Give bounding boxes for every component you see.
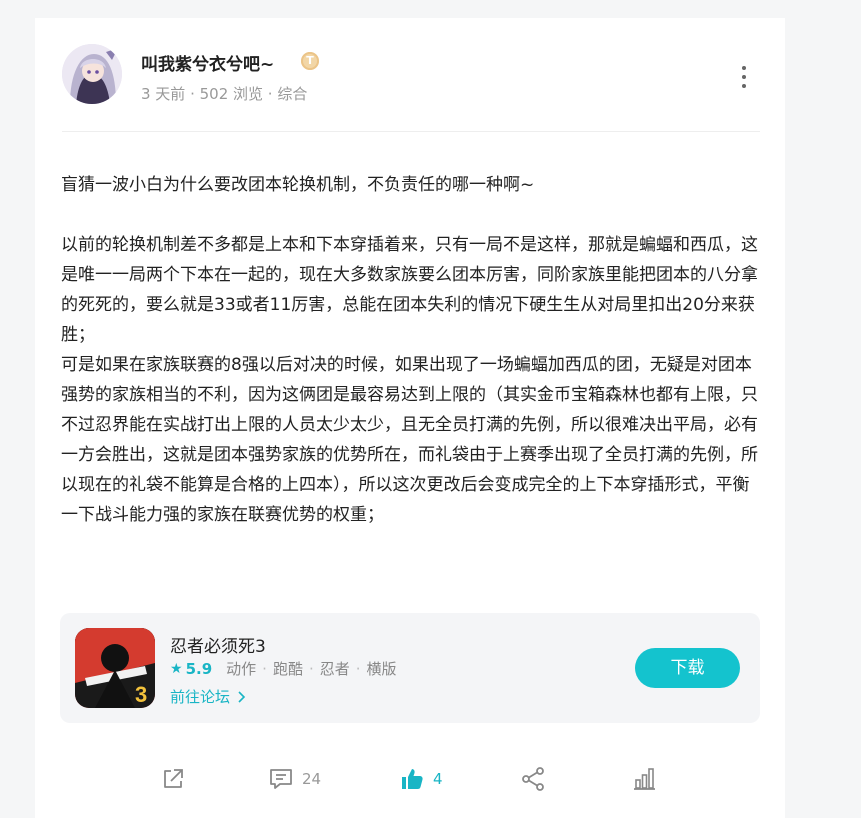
- dot-icon: [742, 66, 746, 70]
- game-rating-row: ★ 5.9 动作 · 跑酷 · 忍者 · 横版: [170, 658, 397, 679]
- share-external-button[interactable]: [160, 762, 186, 796]
- forum-link[interactable]: 前往论坛: [170, 686, 247, 707]
- author-name[interactable]: 叫我紫兮衣兮吧~: [141, 50, 274, 75]
- ninja-game-icon: 3: [75, 628, 155, 708]
- post-paragraph: 盲猜一波小白为什么要改团本轮换机制，不负责任的哪一种啊~: [61, 175, 535, 195]
- like-button[interactable]: 4: [399, 762, 443, 796]
- game-tag: 动作: [226, 660, 257, 678]
- action-bar: 24 4: [60, 762, 760, 796]
- thumbs-up-icon: [402, 769, 423, 789]
- external-share-icon: [164, 769, 183, 788]
- share-button[interactable]: [520, 762, 546, 796]
- level-badge-icon: T: [301, 52, 319, 70]
- share-icon: [522, 767, 544, 791]
- game-tag: 忍者: [319, 660, 350, 678]
- game-icon[interactable]: 3: [75, 628, 155, 708]
- like-count: 4: [433, 770, 443, 788]
- game-rating: 5.9: [185, 659, 213, 678]
- bar-chart-icon: [634, 768, 655, 790]
- more-options-button[interactable]: [733, 64, 755, 90]
- post-paragraph: 以前的轮换机制差不多都是上本和下本穿插着来，只有一局不是这样，那就是蝙蝠和西瓜，…: [61, 235, 758, 345]
- dot-icon: [742, 84, 746, 88]
- forum-link-label: 前往论坛: [170, 688, 231, 706]
- download-button[interactable]: 下载: [635, 648, 740, 688]
- comment-count: 24: [302, 770, 322, 788]
- comment-icon: [270, 769, 292, 789]
- post-body: 盲猜一波小白为什么要改团本轮换机制，不负责任的哪一种啊~ 以前的轮换机制差不多都…: [61, 170, 761, 530]
- game-tag: 横版: [366, 660, 397, 678]
- star-icon: ★: [170, 660, 183, 677]
- comment-button[interactable]: 24: [268, 762, 321, 796]
- divider: [62, 131, 760, 132]
- tag-separator: ·: [355, 659, 361, 678]
- game-icon-number: 3: [135, 682, 147, 707]
- avatar[interactable]: [62, 44, 122, 104]
- tag-separator: ·: [262, 659, 267, 678]
- post-paragraph: 可是如果在家族联赛的8强以后对决的时候，如果出现了一场蝙蝠加西瓜的团，无疑是对团…: [61, 355, 758, 525]
- chevron-right-icon: [238, 691, 245, 703]
- tag-separator: ·: [308, 659, 314, 678]
- game-tag: 跑酷: [272, 660, 303, 678]
- post-meta: 3 天前 · 502 浏览 · 综合: [141, 85, 308, 103]
- avatar-image: [62, 44, 122, 104]
- game-name[interactable]: 忍者必须死3: [170, 632, 266, 657]
- dot-icon: [742, 75, 746, 79]
- stats-button[interactable]: [631, 762, 657, 796]
